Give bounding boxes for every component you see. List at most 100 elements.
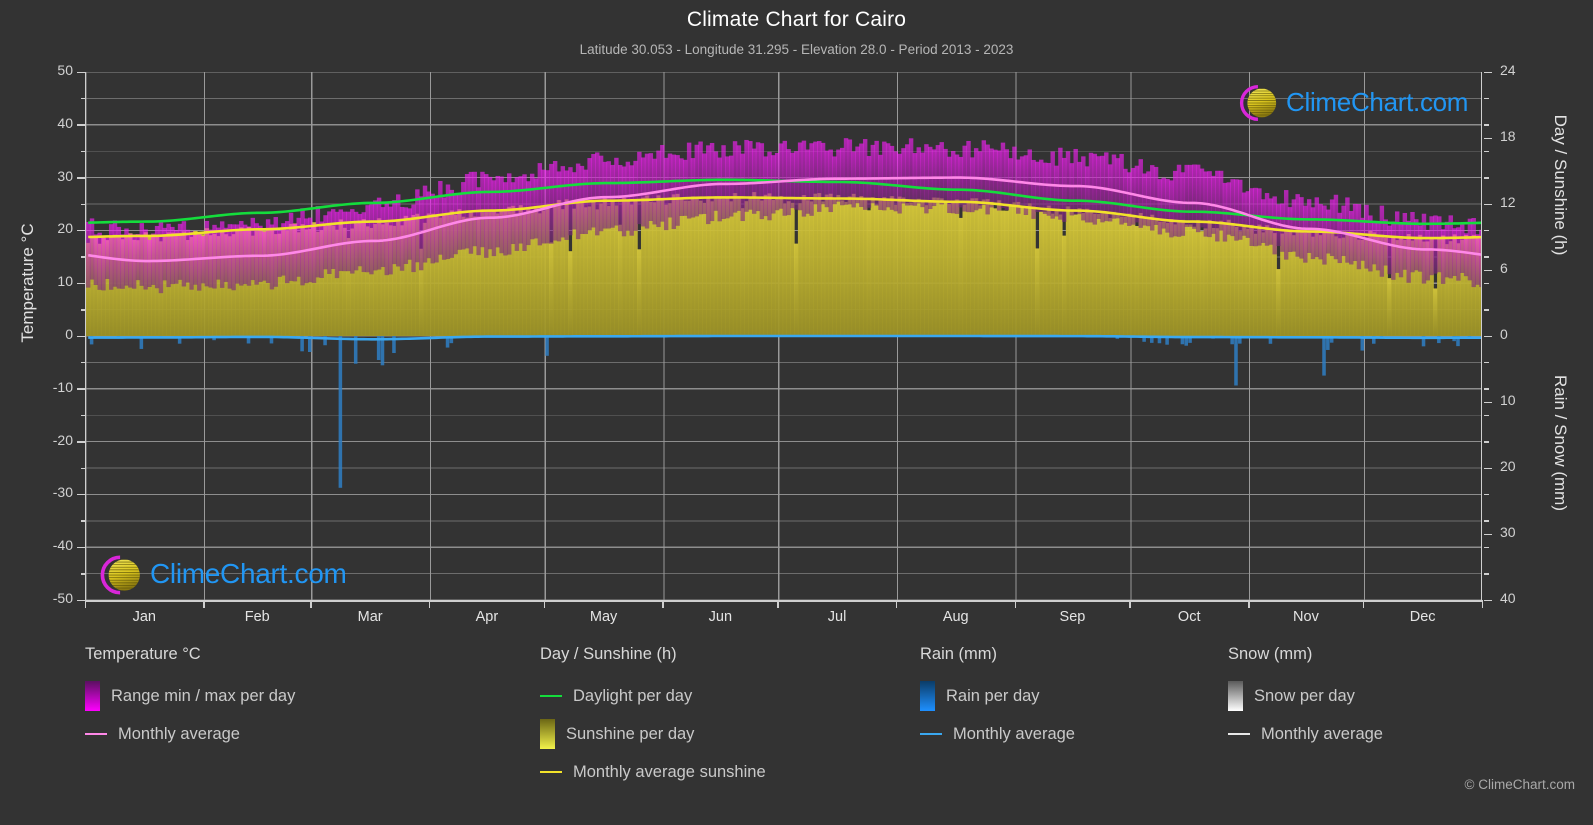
x-axis-tick-mark	[310, 600, 312, 608]
y-axis-left-minor-tick	[81, 467, 85, 469]
y-axis-right-minor-tick	[1484, 467, 1489, 469]
y-axis-left-minor-tick	[81, 361, 85, 364]
rain-per-day-bars	[89, 336, 1472, 488]
rain-monthly-average-line	[88, 334, 1481, 341]
y-axis-left-tick-mark	[77, 71, 85, 73]
x-axis-tick-mark	[1362, 600, 1365, 608]
y-axis-right-minor-tick	[1484, 599, 1489, 601]
legend-item-label: Snow per day	[1254, 686, 1355, 705]
y-axis-left-minor-tick	[81, 150, 85, 153]
y-axis-left-minor-tick	[81, 97, 85, 100]
x-axis-tick-label-jan: Jan	[132, 609, 156, 625]
legend-item-label: Sunshine per day	[566, 724, 695, 743]
y-axis-left-tick-label: 0	[65, 326, 73, 342]
legend-item-label: Range min / max per day	[111, 686, 296, 705]
chart-canvas	[86, 72, 1481, 600]
y-axis-left-minor-tick	[81, 520, 85, 522]
legend-swatch-box	[920, 681, 935, 711]
x-axis-tick-label-oct: Oct	[1177, 609, 1201, 625]
x-axis-tick-mark	[203, 600, 205, 608]
legend-swatch-line	[540, 770, 562, 774]
y-axis-left-tick-mark	[77, 124, 85, 126]
y-axis-left-tick-mark	[77, 546, 85, 549]
legend-heading: Rain (mm)	[920, 645, 997, 663]
legend-swatch-line	[85, 732, 107, 736]
legend-swatch-line-wrap	[540, 694, 562, 698]
legend-item-label: Monthly average	[118, 724, 240, 743]
y-axis-left-tick-label: -40	[52, 537, 73, 554]
legend-swatch-box	[1228, 681, 1243, 711]
y-axis-right-minor-tick	[1484, 361, 1489, 364]
x-axis-tick-label-jun: Jun	[708, 609, 733, 625]
y-axis-right-mm-tick-label: 10	[1500, 392, 1516, 408]
x-axis-tick-mark	[1481, 600, 1483, 608]
legend-item: Monthly average sunshine	[540, 753, 766, 791]
y-axis-right-minor-tick	[1484, 282, 1489, 285]
legend-item: Range min / max per day	[85, 677, 295, 715]
legend-swatch-box	[85, 681, 100, 711]
y-axis-right-minor-tick	[1484, 573, 1489, 575]
y-axis-right-mm-tick-mark	[1484, 533, 1492, 535]
y-axis-left-tick-label: -30	[52, 484, 73, 501]
y-axis-left-minor-tick	[81, 414, 85, 417]
legend-item: Monthly average	[85, 715, 295, 753]
x-axis-tick-mark	[428, 600, 431, 608]
y-axis-left-tick-mark	[77, 335, 85, 337]
y-axis-right-bottom-title: Rain / Snow (mm)	[1551, 374, 1570, 512]
x-axis-tick-label-dec: Dec	[1409, 609, 1436, 625]
watermark-text: ClimeChart.com	[1286, 86, 1469, 117]
x-axis-tick-mark	[1129, 600, 1131, 608]
legend-column-3: Snow (mm) Snow per day Monthly average	[1228, 645, 1383, 753]
x-axis-line	[85, 600, 1482, 602]
climate-chart-page: Climate Chart for Cairo Latitude 30.053 …	[0, 0, 1593, 825]
page-subtitle: Latitude 30.053 - Longitude 31.295 - Ele…	[579, 42, 1014, 57]
y-axis-left-tick-mark	[77, 388, 85, 390]
climechart-logo-icon	[100, 555, 140, 595]
x-axis-tick-label-sep: Sep	[1059, 609, 1086, 625]
y-axis-left-minor-tick	[81, 309, 85, 311]
y-axis-left-tick-label: -50	[52, 590, 73, 606]
x-axis-tick-label-feb: Feb	[244, 609, 270, 625]
y-axis-right-hours-tick-label: 24	[1500, 62, 1516, 78]
y-axis-right-minor-tick	[1484, 150, 1489, 153]
y-axis-right-minor-tick	[1484, 335, 1489, 337]
y-axis-right-minor-tick	[1484, 71, 1489, 73]
legend-swatch-line-wrap	[920, 732, 942, 736]
x-axis-tick-mark	[1248, 600, 1250, 608]
y-axis-right-hours-tick-mark	[1484, 137, 1492, 139]
watermark-bottom-left: ClimeChart.com	[92, 548, 347, 600]
legend-item-label: Rain per day	[946, 686, 1040, 705]
x-axis-tick-mark	[895, 600, 898, 608]
x-axis-tick-label-jul: Jul	[827, 609, 847, 625]
legend-swatch-line-wrap	[540, 770, 562, 774]
y-axis-right-mm-tick-label: 30	[1500, 524, 1516, 540]
watermark-text: ClimeChart.com	[150, 558, 347, 589]
y-axis-right-minor-tick	[1484, 124, 1489, 126]
y-axis-right-hours-tick-label: 18	[1500, 128, 1516, 144]
watermark-top-right: ClimeChart.com	[1232, 78, 1468, 126]
y-axis-left-minor-tick	[81, 256, 85, 258]
y-axis-right-minor-tick	[1484, 177, 1489, 179]
legend-column-1: Day / Sunshine (h) Daylight per day Sunshi…	[540, 645, 766, 791]
y-axis-left-tick-label: 20	[57, 220, 73, 237]
x-axis-tick-label-nov: Nov	[1293, 609, 1319, 625]
legend-item-label: Monthly average	[1261, 724, 1383, 743]
y-axis-left-tick-label: 30	[57, 167, 73, 184]
legend-item: Daylight per day	[540, 677, 766, 715]
y-axis-left-tick-label: -20	[52, 431, 73, 448]
legend-item: Monthly average	[1228, 715, 1383, 753]
y-axis-right-minor-tick	[1484, 229, 1489, 232]
y-axis-right-hours-tick-label: 0	[1500, 326, 1508, 342]
legend-column-0: Temperature °C Range min / max per day Mon…	[85, 645, 295, 753]
legend-item: Rain per day	[920, 677, 1075, 715]
y-axis-right-minor-tick	[1484, 388, 1489, 390]
y-axis-left-tick-label: 40	[57, 114, 73, 131]
legend-item-label: Monthly average	[953, 724, 1075, 743]
y-axis-left-minor-tick	[81, 203, 85, 205]
legend-item: Sunshine per day	[540, 715, 766, 753]
legend-swatch-line	[1228, 732, 1250, 736]
x-axis-tick-mark	[662, 600, 664, 608]
y-axis-right-minor-tick	[1484, 414, 1489, 417]
y-axis-right-minor-tick	[1484, 493, 1489, 496]
y-axis-right-minor-tick	[1484, 520, 1489, 522]
